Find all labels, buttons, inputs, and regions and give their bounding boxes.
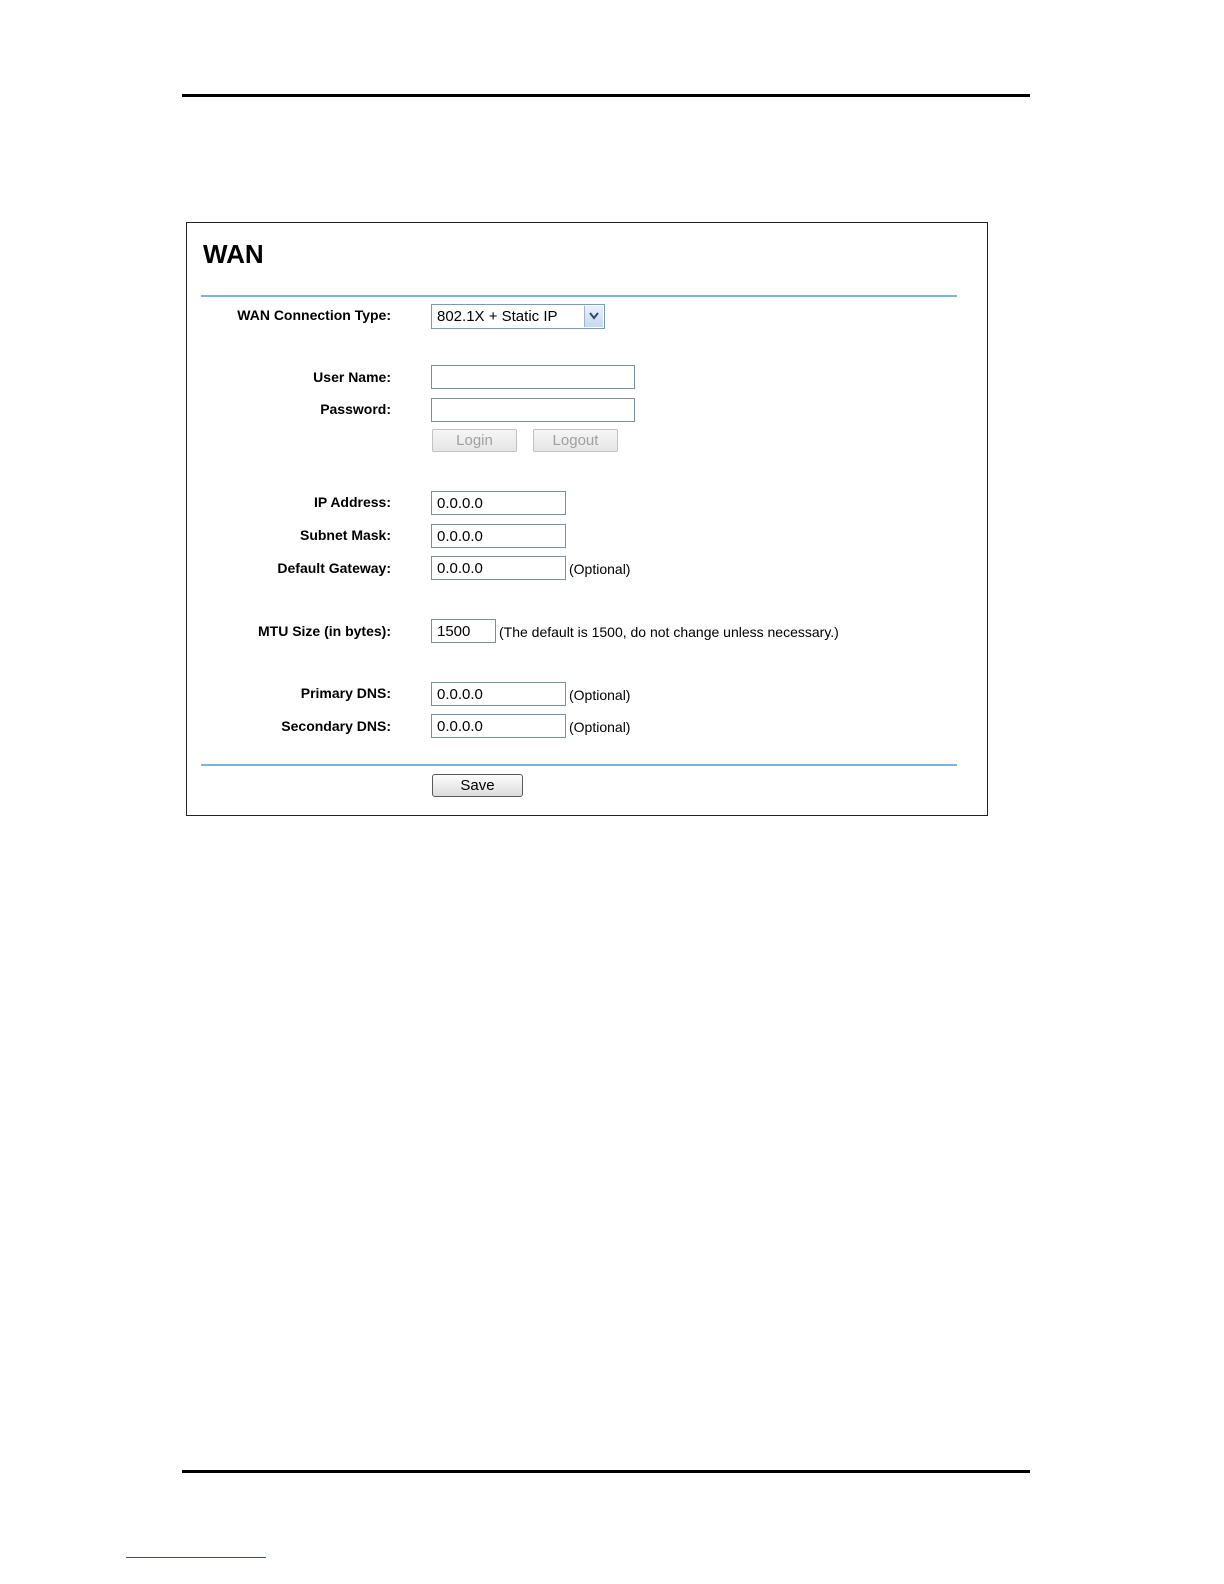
password-label: Password:: [320, 401, 391, 417]
subnet-mask-label: Subnet Mask:: [299, 527, 391, 543]
header-rule: [182, 94, 1030, 97]
mtu-label: MTU Size (in bytes):: [257, 623, 391, 639]
logout-button[interactable]: Logout: [533, 429, 618, 452]
bottom-divider: [201, 764, 957, 766]
primary-dns-label: Primary DNS:: [300, 685, 391, 701]
login-button[interactable]: Login: [432, 429, 517, 452]
panel-title: WAN: [203, 239, 264, 269]
connection-type-label: WAN Connection Type:: [237, 307, 391, 323]
wan-settings-panel: WAN WAN Connection Type: 802.1X + Static…: [186, 222, 988, 816]
top-divider: [201, 295, 957, 297]
ip-address-label: IP Address:: [313, 494, 391, 510]
default-gateway-note: (Optional): [569, 561, 631, 577]
mtu-note: (The default is 1500, do not change unle…: [499, 624, 839, 640]
default-gateway-label: Default Gateway:: [277, 560, 391, 576]
ip-address-input[interactable]: [431, 491, 566, 515]
password-input[interactable]: [431, 398, 635, 422]
user-name-input[interactable]: [431, 365, 635, 389]
connection-type-value: 802.1X + Static IP: [437, 308, 558, 325]
mtu-input[interactable]: [431, 619, 496, 643]
primary-dns-note: (Optional): [569, 687, 631, 703]
secondary-dns-input[interactable]: [431, 714, 566, 738]
save-button[interactable]: Save: [432, 774, 523, 797]
connection-type-select[interactable]: 802.1X + Static IP: [431, 304, 605, 329]
subnet-mask-input[interactable]: [431, 524, 566, 548]
secondary-dns-label: Secondary DNS:: [281, 718, 391, 734]
chevron-down-icon[interactable]: [584, 306, 603, 327]
user-name-label: User Name:: [313, 369, 391, 385]
footer-rule: [182, 1470, 1030, 1473]
default-gateway-input[interactable]: [431, 556, 566, 580]
primary-dns-input[interactable]: [431, 682, 566, 706]
secondary-dns-note: (Optional): [569, 719, 631, 735]
footer-link-underline: [126, 1557, 266, 1558]
